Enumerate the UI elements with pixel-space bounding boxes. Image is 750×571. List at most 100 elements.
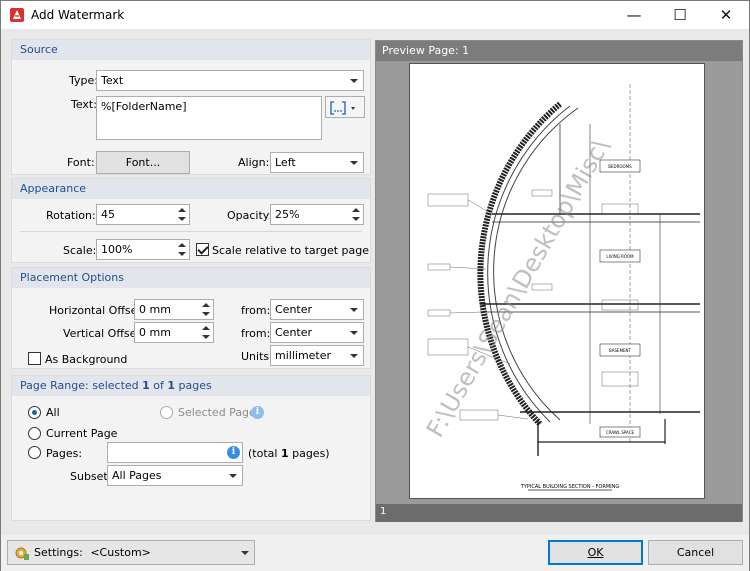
chevron-down-icon [241,551,249,555]
pages-input[interactable] [107,442,243,463]
units-select[interactable]: millimeter [270,345,364,366]
rotation-spinner[interactable]: 45 [96,204,190,225]
room-label: BASEMENT [609,348,632,353]
font-button[interactable]: Font... [96,151,190,174]
total-pages-count: 1 [280,447,289,460]
drawing-title: TYPICAL BUILDING SECTION - FORMING [520,484,620,490]
pages-radio[interactable] [28,446,41,459]
source-section: Source Type: Text Text: %[FolderName] Fo… [11,39,371,175]
h-from-label: from: [241,304,271,317]
page-range-prefix: Page Range: selected [20,379,143,392]
spinner-arrows-icon[interactable] [178,242,186,257]
as-background-checkbox[interactable] [28,352,41,365]
appearance-header: Appearance [12,179,370,199]
type-value: Text [101,74,124,87]
align-value: Left [275,156,296,169]
insert-macro-button[interactable] [325,96,365,118]
room-label: LIVING ROOM [606,254,634,259]
all-pages-label: All [46,406,60,419]
watermark-text: F:\Users\Sean\Desktop\Misc\ [421,133,616,442]
scale-relative-label: Scale relative to target page [212,244,370,257]
opacity-label: Opacity: [227,209,273,222]
app-logo-icon [10,8,24,22]
dialog-footer: Settings: <Custom> OK Cancel [1,535,749,571]
chevron-down-icon [350,161,358,165]
ok-button[interactable]: OK [548,540,643,565]
scale-label: Scale: [63,244,97,257]
settings-label: Settings: [34,546,83,559]
h-from-select[interactable]: Center [270,299,364,320]
page-range-suffix: pages [175,379,212,392]
chevron-down-icon [350,354,358,358]
subset-value: All Pages [112,469,162,482]
subset-label: Subset: [70,470,112,483]
info-icon: i [251,406,264,419]
horizontal-offset-value: 0 mm [139,303,171,316]
settings-value: <Custom> [90,546,151,559]
maximize-button[interactable]: ☐ [657,1,703,29]
page-range-selected-count: 1 [142,379,150,392]
font-label: Font: [67,156,95,169]
source-header: Source [12,40,370,60]
v-from-value: Center [275,326,313,339]
cancel-button[interactable]: Cancel [648,540,743,565]
align-label: Align: [238,156,270,169]
chevron-down-icon [229,474,237,478]
page-number[interactable]: 1 [380,506,386,517]
settings-dropdown[interactable]: Settings: <Custom> [7,540,255,565]
scale-relative-checkbox[interactable] [196,243,209,256]
building-section-drawing: BEDROOMS LIVING ROOM BASEMENT CRAWL SPAC… [421,84,700,491]
text-label: Text: [71,98,97,111]
v-from-select[interactable]: Center [270,322,364,343]
page-thumbnail-bar: 1 [376,504,742,522]
page-range-middle: of [149,379,168,392]
horizontal-offset-label: Horizontal Offset: [49,304,146,317]
h-from-value: Center [275,303,313,316]
selected-pages-radio[interactable] [160,406,173,419]
spinner-arrows-icon[interactable] [352,207,360,222]
chevron-down-icon [350,308,358,312]
placement-header: Placement Options [12,268,370,288]
info-icon: i [227,446,240,459]
spinner-arrows-icon[interactable] [178,207,186,222]
total-pages-prefix: (total [248,447,281,460]
preview-page: BEDROOMS LIVING ROOM BASEMENT CRAWL SPAC… [409,63,705,499]
settings-gear-icon [15,547,29,560]
minimize-button[interactable]: — [611,1,657,29]
scale-spinner[interactable]: 100% [96,239,190,260]
align-select[interactable]: Left [270,152,364,173]
spinner-arrows-icon[interactable] [202,302,210,317]
page-range-section: Page Range: selected 1 of 1 pages All Se… [11,375,371,521]
v-from-label: from: [241,327,271,340]
units-label: Units: [241,350,273,363]
window-title: Add Watermark [31,8,125,22]
selected-pages-label: Selected Pages [178,406,262,419]
all-pages-radio[interactable] [28,406,41,419]
vertical-offset-spinner[interactable]: 0 mm [134,322,214,343]
vertical-offset-value: 0 mm [139,326,171,339]
units-value: millimeter [275,349,332,362]
title-bar: Add Watermark — ☐ ✕ [1,1,749,29]
page-range-total-count: 1 [167,379,176,392]
preview-header: Preview Page: 1 [376,41,742,61]
close-button[interactable]: ✕ [703,1,749,29]
current-page-label: Current Page [46,427,118,440]
rotation-label: Rotation: [46,209,96,222]
total-pages-suffix: pages) [288,447,330,460]
horizontal-offset-spinner[interactable]: 0 mm [134,299,214,320]
vertical-offset-label: Vertical Offset: [63,327,145,340]
total-pages-text: (total 1 pages) [248,447,330,460]
appearance-divider [20,231,362,232]
spinner-arrows-icon[interactable] [202,325,210,340]
as-background-label: As Background [45,353,128,366]
chevron-down-icon [350,331,358,335]
subset-select[interactable]: All Pages [107,465,243,486]
type-select[interactable]: Text [96,70,364,91]
add-watermark-dialog: Add Watermark — ☐ ✕ Source Type: Text Te… [0,0,750,571]
appearance-section: Appearance Rotation: 45 Opacity: 25% Sca… [11,178,371,263]
text-input[interactable]: %[FolderName] [96,96,322,140]
current-page-radio[interactable] [28,427,41,440]
opacity-spinner[interactable]: 25% [270,204,364,225]
room-label: CRAWL SPACE [606,430,635,435]
dialog-content: Source Type: Text Text: %[FolderName] Fo… [5,33,747,531]
